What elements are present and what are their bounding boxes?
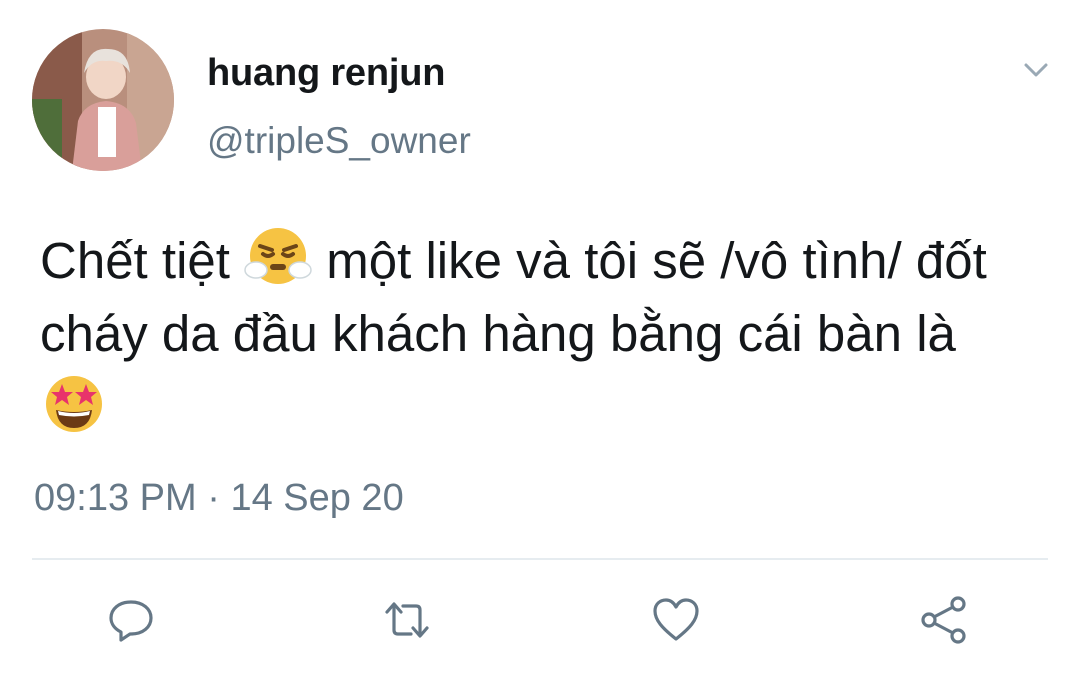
divider — [32, 558, 1048, 560]
like-button[interactable] — [650, 594, 702, 646]
chevron-down-icon[interactable] — [1018, 55, 1054, 83]
reply-button[interactable] — [105, 594, 157, 646]
tweet-text: Chết tiệt một like và tôi sẽ /vô tình/ đ… — [40, 222, 1000, 445]
star-struck-icon — [40, 370, 108, 438]
tweet-timestamp[interactable]: 09:13 PM · 14 Sep 20 — [34, 477, 404, 520]
share-button[interactable] — [918, 594, 970, 646]
retweet-icon — [385, 602, 429, 638]
reply-icon — [109, 600, 153, 642]
tweet-text-part-1: Chết tiệt — [40, 232, 245, 289]
user-handle[interactable]: @tripleS_owner — [207, 120, 471, 162]
avatar-image — [32, 29, 174, 171]
display-name[interactable]: huang renjun — [207, 52, 445, 95]
avatar[interactable] — [32, 29, 174, 171]
tweet-date: 14 Sep 20 — [230, 477, 404, 519]
face-with-steam-from-nose-icon — [244, 222, 312, 290]
tweet-time: 09:13 PM — [34, 477, 197, 519]
heart-icon — [653, 598, 699, 641]
share-icon — [921, 596, 966, 644]
meta-separator: · — [207, 477, 220, 519]
retweet-button[interactable] — [381, 594, 433, 646]
